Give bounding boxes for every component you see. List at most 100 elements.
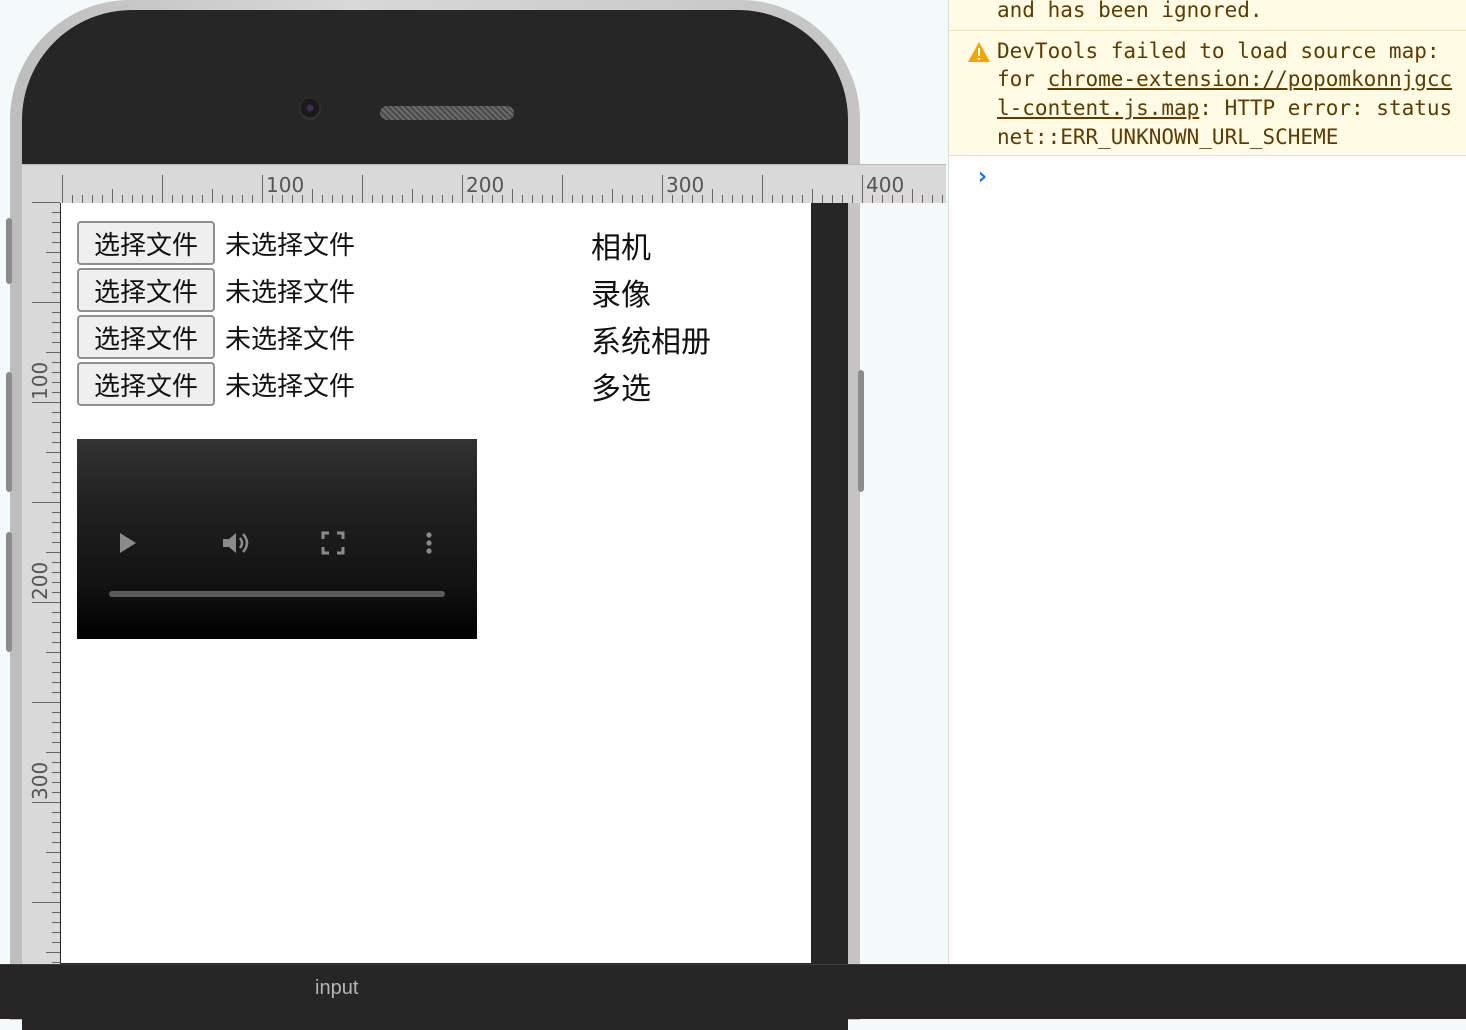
- ruler-tick: [52, 242, 60, 243]
- input-label-video: 录像: [591, 278, 651, 313]
- ruler-tick: [212, 189, 213, 203]
- volume-icon[interactable]: [221, 531, 253, 555]
- file-input-row: 选择文件 未选择文件: [77, 267, 355, 313]
- ruler-tick: [52, 592, 60, 593]
- ruler-tick: [702, 195, 703, 203]
- ruler-tick: [672, 195, 673, 203]
- fullscreen-icon[interactable]: [321, 531, 345, 555]
- ruler-tick: [252, 195, 253, 203]
- more-vertical-icon[interactable]: [417, 531, 441, 555]
- ruler-tick: [46, 552, 60, 553]
- console-prompt-icon[interactable]: ›: [975, 162, 989, 190]
- ruler-tick: [112, 189, 113, 203]
- ruler-tick: [442, 195, 443, 203]
- ruler-tick: [52, 532, 60, 533]
- ruler-tick: [852, 195, 853, 203]
- console-message-line: l-content.js.map: HTTP error: status: [997, 96, 1452, 120]
- ruler-tick: [492, 195, 493, 203]
- ruler-tick: [52, 382, 60, 383]
- ruler-tick: [332, 195, 333, 203]
- ruler-tick: [682, 195, 683, 203]
- devtools-console: and has been ignored. DevTools failed to…: [948, 0, 1466, 964]
- device-viewport: 选择文件 未选择文件 选择文件 未选择文件 选择文件 未选择文件 选择文件 未选…: [61, 203, 811, 963]
- input-label-camera: 相机: [591, 231, 651, 266]
- video-player[interactable]: [77, 439, 477, 639]
- ruler-tick: [52, 892, 60, 893]
- choose-file-button[interactable]: 选择文件: [77, 268, 215, 312]
- ruler-tick: [52, 912, 60, 913]
- ruler-tick: [722, 195, 723, 203]
- ruler-tick: [302, 195, 303, 203]
- console-message-text: for: [997, 67, 1048, 91]
- ruler-tick: [52, 542, 60, 543]
- viewport-edge: [811, 203, 848, 963]
- ruler-tick: [482, 195, 483, 203]
- file-input-row: 选择文件 未选择文件: [77, 314, 355, 360]
- ruler-tick: [52, 492, 60, 493]
- ruler-tick: [52, 762, 60, 763]
- ruler-tick: [612, 189, 613, 203]
- play-icon[interactable]: [115, 531, 139, 555]
- ruler-tick: [822, 195, 823, 203]
- ruler-tick: [372, 195, 373, 203]
- ruler-tick: [52, 272, 60, 273]
- video-progress-bar[interactable]: [109, 591, 445, 597]
- source-map-link[interactable]: chrome-extension://popomkonnjgcc: [1048, 67, 1453, 91]
- ruler-tick: [712, 189, 713, 203]
- ruler-tick: [52, 562, 60, 563]
- ruler-tick: [432, 195, 433, 203]
- ruler-tick: [732, 195, 733, 203]
- ruler-tick: [272, 195, 273, 203]
- ruler-tick: [552, 195, 553, 203]
- console-message-text: DevTools failed to load source map:: [997, 39, 1440, 63]
- ruler-tick: [902, 195, 903, 203]
- file-status-text: 未选择文件: [225, 277, 356, 308]
- ruler-tick: [52, 722, 60, 723]
- ruler-tick: [892, 195, 893, 203]
- ruler-tick: [242, 195, 243, 203]
- ruler-tick: [202, 195, 203, 203]
- ruler-tick: [262, 175, 263, 203]
- ruler-tick: [32, 802, 60, 803]
- ruler-tick: [52, 812, 60, 813]
- ruler-tick: [52, 672, 60, 673]
- ruler-tick: [52, 582, 60, 583]
- ruler-horizontal: 100 200 300 400: [22, 164, 946, 203]
- ruler-tick: [632, 195, 633, 203]
- ruler-tick: [392, 195, 393, 203]
- ruler-tick: [52, 262, 60, 263]
- ruler-tick: [132, 195, 133, 203]
- ruler-tick: [532, 195, 533, 203]
- ruler-tick: [52, 322, 60, 323]
- ruler-tick: [52, 792, 60, 793]
- ruler-label: 100: [266, 173, 305, 197]
- ruler-tick: [52, 332, 60, 333]
- ruler-tick: [652, 195, 653, 203]
- ruler-tick: [522, 195, 523, 203]
- ruler-tick: [52, 732, 60, 733]
- ruler-label: 200: [28, 561, 52, 600]
- ruler-tick: [512, 189, 513, 203]
- ruler-tick: [342, 195, 343, 203]
- ruler-label: 100: [28, 361, 52, 400]
- ruler-tick: [52, 682, 60, 683]
- source-map-link[interactable]: l-content.js.map: [997, 96, 1199, 120]
- ruler-tick: [692, 195, 693, 203]
- ruler-tick: [462, 175, 463, 203]
- ruler-tick: [322, 195, 323, 203]
- choose-file-button[interactable]: 选择文件: [77, 362, 215, 406]
- choose-file-button[interactable]: 选择文件: [77, 221, 215, 265]
- ruler-tick: [222, 195, 223, 203]
- ruler-tick: [52, 512, 60, 513]
- ruler-tick: [46, 952, 60, 953]
- ruler-tick: [382, 195, 383, 203]
- ruler-tick: [472, 195, 473, 203]
- ruler-tick: [46, 852, 60, 853]
- ruler-tick: [32, 202, 60, 203]
- ruler-label: 300: [666, 173, 705, 197]
- ruler-tick: [52, 222, 60, 223]
- choose-file-button[interactable]: 选择文件: [77, 315, 215, 359]
- ruler-tick: [942, 195, 943, 203]
- ruler-tick: [52, 942, 60, 943]
- ruler-tick: [402, 195, 403, 203]
